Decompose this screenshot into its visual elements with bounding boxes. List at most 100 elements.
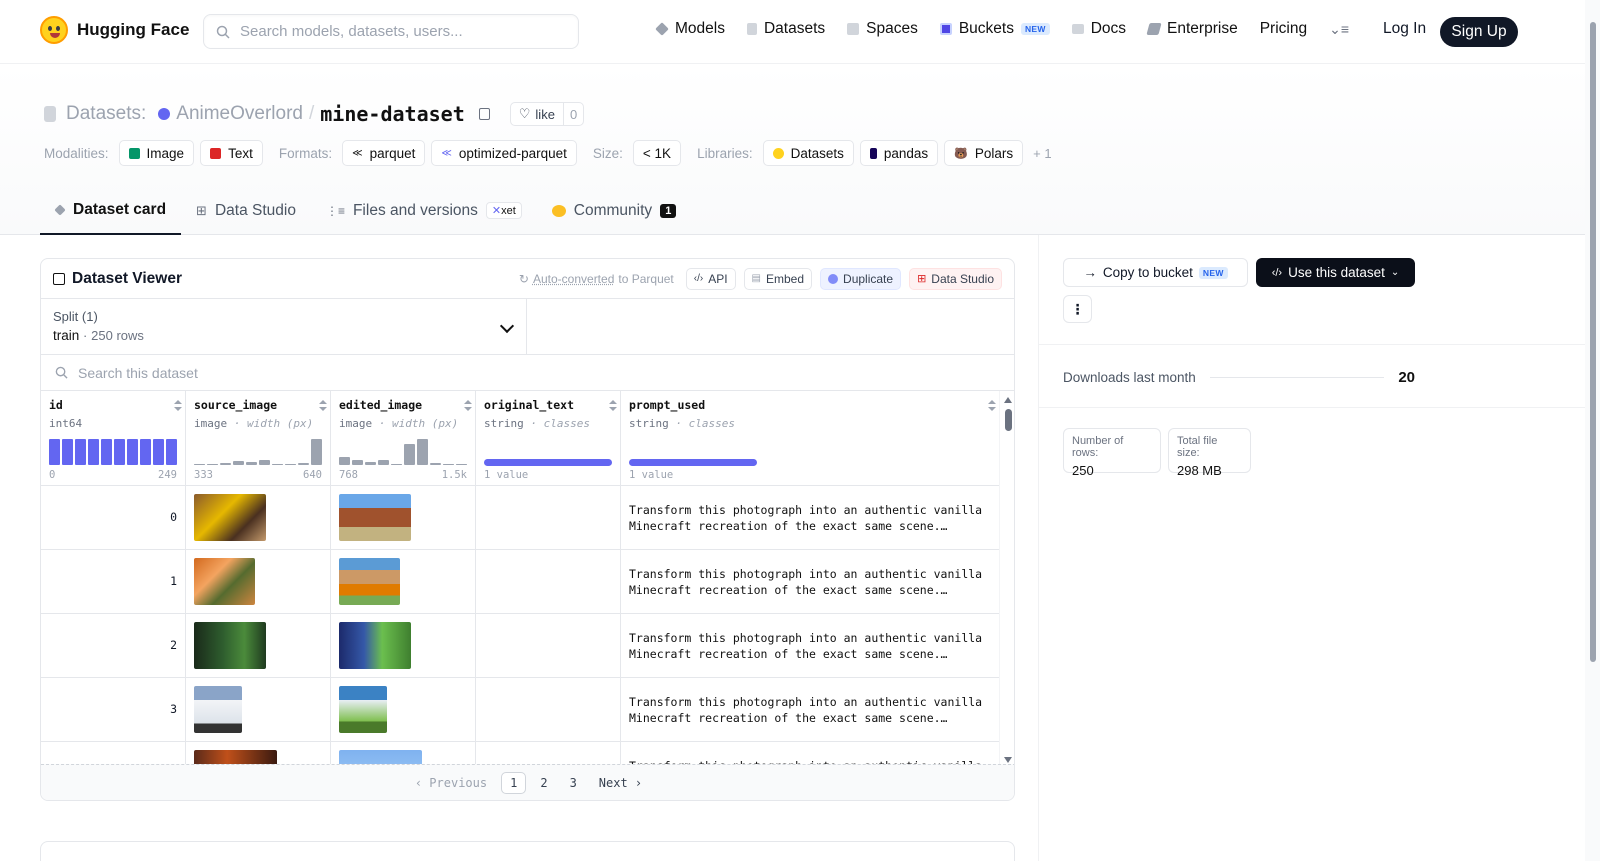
duplicate-icon	[828, 273, 839, 284]
new-badge: NEW	[1020, 23, 1050, 35]
use-this-dataset-button[interactable]: ‹/› Use this dataset ⌄	[1256, 258, 1415, 287]
edited-image-thumbnail[interactable]	[339, 622, 411, 669]
class-count: 1 value	[484, 469, 529, 481]
dataset-search[interactable]	[41, 355, 1014, 391]
tag-text[interactable]: Text	[200, 140, 263, 166]
search-icon	[216, 25, 230, 39]
tag-pandas[interactable]: pandas	[859, 140, 939, 166]
more-options-button[interactable]: ⋮	[1063, 295, 1092, 323]
libraries-label: Libraries:	[697, 145, 753, 161]
cell-source-image[interactable]	[186, 550, 331, 613]
column-type: string	[484, 417, 524, 430]
source-width-histogram	[194, 439, 322, 465]
tag-image[interactable]: Image	[118, 140, 195, 166]
column-header-source-image[interactable]: source_image image · width (px) 333 640	[186, 391, 331, 485]
scroll-up-icon[interactable]	[1004, 397, 1012, 403]
api-button[interactable]: ‹/› API	[685, 267, 736, 290]
nav-docs-label: Docs	[1090, 20, 1127, 37]
data-studio-button[interactable]: ⊞ Data Studio	[909, 267, 1002, 290]
home-link[interactable]: Hugging Face	[40, 16, 189, 44]
column-header-original-text[interactable]: original_text string · classes 1 value	[476, 391, 621, 485]
tag-size[interactable]: < 1K	[632, 140, 682, 166]
column-header-id[interactable]: id int64 0 249	[41, 391, 186, 485]
signup-button[interactable]: Sign Up	[1440, 17, 1518, 47]
duplicate-label: Duplicate	[843, 271, 894, 286]
column-header-edited-image[interactable]: edited_image image · width (px) 768 1.5k	[331, 391, 476, 485]
table-header: id int64 0 249 source_image image · width…	[41, 391, 999, 486]
range-min: 0	[49, 469, 56, 481]
auto-converted-suffix: to Parquet	[618, 271, 674, 286]
column-header-prompt-used[interactable]: prompt_used string · classes 1 value	[621, 391, 999, 485]
cell-edited-image[interactable]	[331, 486, 476, 549]
edited-image-thumbnail[interactable]	[339, 494, 411, 541]
source-image-thumbnail[interactable]	[194, 558, 255, 605]
page-1-button[interactable]: 1	[501, 771, 527, 794]
source-image-thumbnail[interactable]	[194, 686, 242, 733]
class-bar	[484, 459, 612, 466]
cell-edited-image[interactable]	[331, 614, 476, 677]
nav-spaces[interactable]: Spaces	[847, 20, 918, 38]
column-name: edited_image	[339, 398, 423, 412]
tab-dataset-card[interactable]: Dataset card	[40, 186, 182, 235]
global-search[interactable]	[203, 14, 579, 49]
dataset-name[interactable]: mine-dataset	[320, 102, 465, 126]
cell-source-image[interactable]	[186, 486, 331, 549]
next-page-button[interactable]: Next ›	[591, 773, 650, 793]
table-row[interactable]: 2 Transform this photograph into an auth…	[41, 614, 999, 678]
table-row[interactable]: 1 Transform this photograph into an auth…	[41, 550, 999, 614]
tab-data-studio[interactable]: ⊞ Data Studio	[181, 186, 311, 235]
table-row[interactable]: 0 Transform this photograph into an auth…	[41, 486, 999, 550]
embed-button[interactable]: ▤ Embed	[743, 267, 813, 290]
tag-polars[interactable]: 🐻 Polars	[944, 140, 1024, 166]
page-scroll-thumb[interactable]	[1590, 22, 1596, 662]
scroll-thumb[interactable]	[1005, 409, 1012, 431]
source-image-thumbnail[interactable]	[194, 622, 266, 669]
dataset-tabs: Dataset card ⊞ Data Studio ⋮≡ Files and ve…	[40, 186, 691, 235]
table-row[interactable]: 3 Transform this photograph into an auth…	[41, 678, 999, 742]
file-size-value: 298 MB	[1177, 463, 1222, 478]
tag-datasets-lib[interactable]: Datasets	[762, 140, 854, 166]
cell-id: 0	[41, 486, 186, 549]
more-menu-icon[interactable]: ⌄≡	[1329, 21, 1349, 38]
login-link[interactable]: Log In	[1383, 20, 1426, 38]
libraries-more[interactable]: + 1	[1033, 146, 1051, 161]
tab-files[interactable]: ⋮≡ Files and versions ✕xet	[311, 186, 537, 235]
owner-link[interactable]: AnimeOverlord	[176, 103, 303, 125]
page-scrollbar[interactable]	[1585, 0, 1600, 861]
community-count: 1	[660, 203, 677, 218]
search-input[interactable]	[240, 23, 560, 40]
tag-optimized-parquet[interactable]: ≪ optimized-parquet	[431, 140, 577, 166]
auto-converted-link[interactable]: Auto-converted	[533, 272, 614, 286]
edited-image-thumbnail[interactable]	[339, 558, 400, 605]
nav-enterprise[interactable]: Enterprise	[1146, 20, 1238, 38]
nav-buckets[interactable]: Buckets NEW	[939, 20, 1050, 38]
nav-datasets[interactable]: Datasets	[746, 20, 825, 38]
code-icon: ‹/›	[1271, 266, 1283, 279]
nav-pricing[interactable]: Pricing	[1260, 20, 1307, 38]
cell-source-image[interactable]	[186, 614, 331, 677]
table-scrollbar[interactable]	[999, 391, 1014, 766]
like-count: 0	[562, 103, 583, 125]
source-image-thumbnail[interactable]	[194, 494, 266, 541]
cell-source-image[interactable]	[186, 678, 331, 741]
like-button[interactable]: ♡ like 0	[509, 102, 585, 126]
dataset-search-input[interactable]	[78, 364, 478, 381]
cell-edited-image[interactable]	[331, 550, 476, 613]
split-selector[interactable]: Split (1) train · 250 rows	[41, 299, 527, 354]
page-2-button[interactable]: 2	[532, 773, 555, 793]
copy-icon[interactable]	[478, 108, 490, 120]
tag-parquet[interactable]: ≪ parquet	[342, 140, 426, 166]
duplicate-button[interactable]: Duplicate	[820, 267, 902, 290]
page-3-button[interactable]: 3	[562, 773, 585, 793]
scroll-down-icon[interactable]	[1004, 757, 1012, 763]
nav-models[interactable]: Models	[655, 20, 725, 38]
nav-docs[interactable]: Docs	[1071, 20, 1127, 38]
tag-optimized-parquet-label: optimized-parquet	[458, 145, 567, 161]
api-label: API	[708, 271, 728, 286]
copy-to-bucket-button[interactable]: → Copy to bucket NEW	[1063, 258, 1248, 287]
edited-image-thumbnail[interactable]	[339, 686, 387, 733]
previous-page-button[interactable]: ‹ Previous	[407, 773, 495, 793]
tab-community[interactable]: Community 1	[537, 186, 692, 235]
class-bar	[629, 459, 757, 466]
cell-edited-image[interactable]	[331, 678, 476, 741]
